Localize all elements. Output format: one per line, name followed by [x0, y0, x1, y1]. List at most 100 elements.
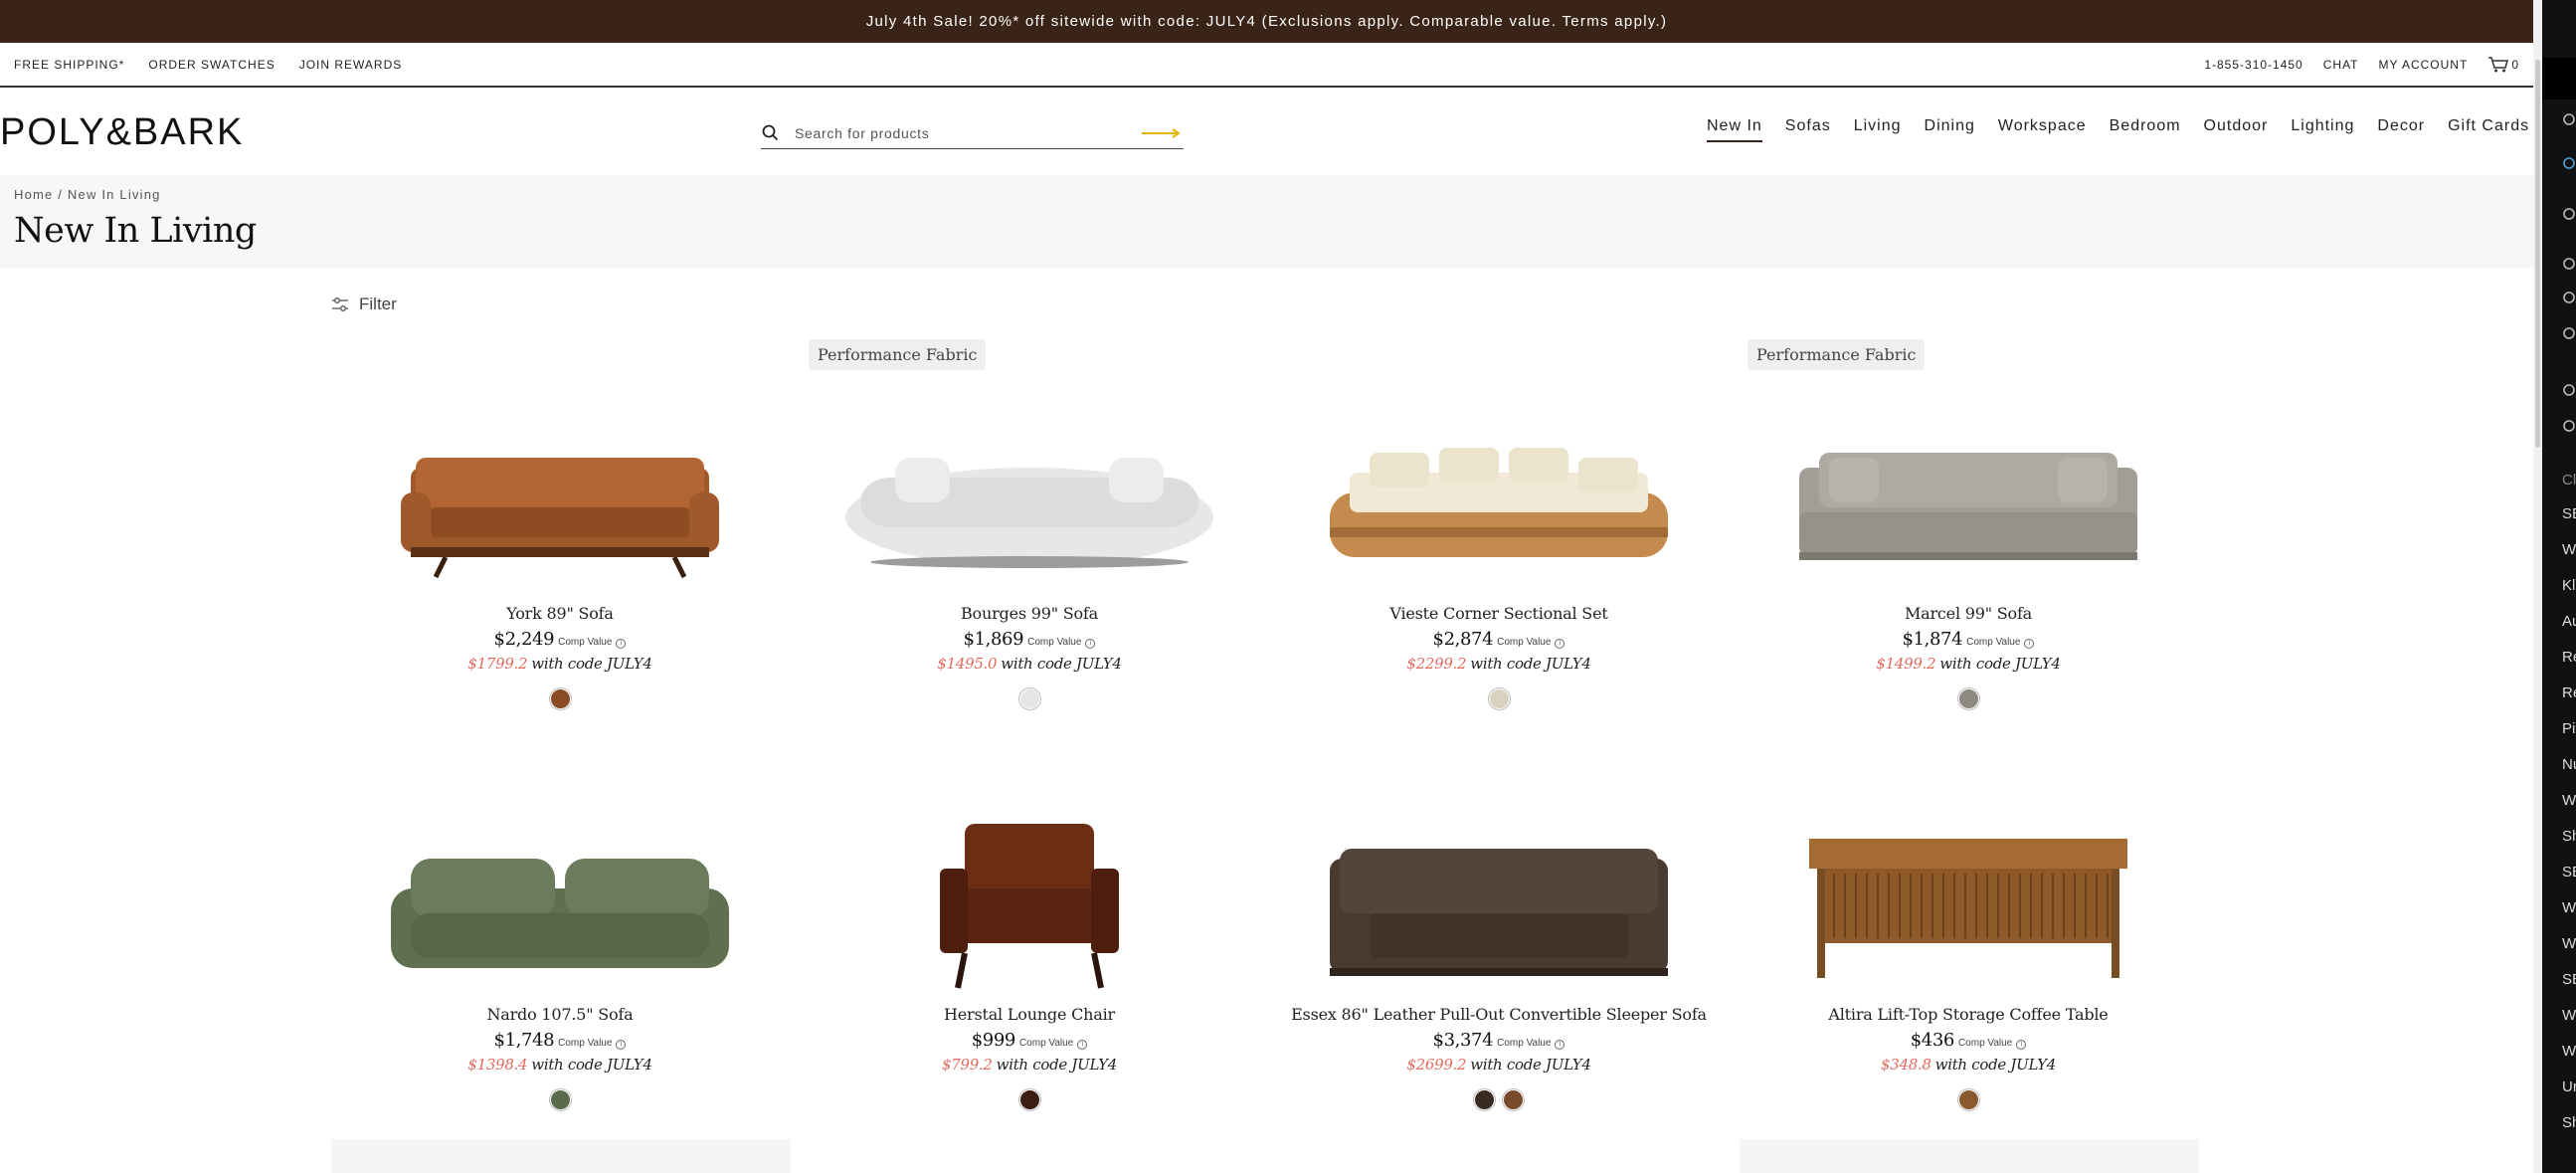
play-icon[interactable]: [2562, 383, 2576, 397]
info-icon[interactable]: i: [616, 1040, 627, 1050]
side-panel-item[interactable]: Pi: [2562, 720, 2575, 737]
arrow-right-icon[interactable]: [1142, 126, 1182, 140]
product-name[interactable]: York 89" Sofa: [331, 604, 789, 623]
nav-item-gift-cards[interactable]: Gift Cards: [2448, 117, 2529, 142]
color-swatches: [331, 1089, 789, 1110]
product-image[interactable]: [1740, 373, 2197, 622]
nav-item-sofas[interactable]: Sofas: [1785, 117, 1831, 142]
camera-icon[interactable]: [2562, 326, 2576, 340]
promo-banner[interactable]: July 4th Sale! 20%* off sitewide with co…: [0, 0, 2533, 43]
sale-price: $1495.0 with code JULY4: [801, 655, 1258, 673]
nav-item-living[interactable]: Living: [1854, 117, 1902, 142]
info-icon[interactable]: i: [616, 639, 627, 649]
color-swatch[interactable]: [1957, 688, 1979, 709]
color-swatch[interactable]: [549, 1089, 571, 1110]
nav-item-workspace[interactable]: Workspace: [1998, 117, 2087, 142]
side-panel-item[interactable]: Au: [2562, 613, 2576, 630]
phone-link[interactable]: 1-855-310-1450: [2204, 58, 2302, 72]
color-swatch[interactable]: [549, 688, 571, 709]
comp-value-label: Comp Value: [1497, 1038, 1552, 1049]
comp-value-label: Comp Value: [1018, 1038, 1074, 1049]
color-swatch[interactable]: [1018, 1089, 1040, 1110]
side-panel-item[interactable]: W: [2562, 1043, 2576, 1060]
info-icon[interactable]: i: [1085, 639, 1096, 649]
product-name[interactable]: Nardo 107.5" Sofa: [331, 1005, 789, 1024]
page-title: New In Living: [14, 211, 257, 251]
product-image[interactable]: [1270, 774, 1728, 1023]
search-input[interactable]: [795, 124, 1142, 141]
circle-icon[interactable]: [2562, 112, 2576, 126]
side-panel-item[interactable]: W: [2562, 541, 2576, 558]
product-name[interactable]: Vieste Corner Sectional Set: [1270, 604, 1728, 623]
color-swatch[interactable]: [1503, 1089, 1524, 1110]
edit-icon[interactable]: [2562, 257, 2576, 271]
price-amount: $2,874: [1432, 629, 1494, 650]
info-icon[interactable]: i: [1555, 639, 1565, 649]
free-shipping-link[interactable]: FREE SHIPPING*: [14, 58, 124, 72]
product-name[interactable]: Essex 86" Leather Pull-Out Convertible S…: [1270, 1005, 1728, 1024]
product-image[interactable]: [1270, 373, 1728, 622]
color-swatches: [1270, 1089, 1728, 1110]
utility-links-left: FREE SHIPPING* ORDER SWATCHES JOIN REWAR…: [14, 58, 402, 72]
side-panel-item[interactable]: Re: [2562, 649, 2576, 666]
nav-item-dining[interactable]: Dining: [1925, 117, 1975, 142]
side-panel-item[interactable]: Nu: [2562, 756, 2576, 773]
side-panel-item[interactable]: W: [2562, 792, 2576, 809]
product-image[interactable]: [1740, 774, 2197, 1023]
color-swatch[interactable]: [1957, 1089, 1979, 1110]
nav-item-new-in[interactable]: New In: [1707, 117, 1762, 142]
join-rewards-link[interactable]: JOIN REWARDS: [299, 58, 403, 72]
gear-icon[interactable]: [2562, 207, 2576, 221]
info-icon[interactable]: i: [2016, 1040, 2027, 1050]
info-icon[interactable]: i: [1555, 1040, 1565, 1050]
side-panel-item[interactable]: W: [2562, 935, 2576, 952]
side-panel-item[interactable]: SE: [2562, 971, 2576, 988]
comp-value-label: Comp Value: [1027, 637, 1082, 648]
order-swatches-link[interactable]: ORDER SWATCHES: [148, 58, 275, 72]
chat-link[interactable]: CHAT: [2323, 58, 2359, 72]
side-panel-item[interactable]: W: [2562, 899, 2576, 916]
nav-item-lighting[interactable]: Lighting: [2291, 117, 2354, 142]
info-icon[interactable]: i: [2024, 639, 2035, 649]
breadcrumb-separator: /: [58, 187, 64, 202]
filter-button[interactable]: Filter: [331, 294, 397, 314]
nav-item-decor[interactable]: Decor: [2377, 117, 2425, 142]
color-swatch[interactable]: [1018, 688, 1040, 709]
brand-logo[interactable]: POLY&BARK: [0, 111, 244, 154]
product-name[interactable]: Herstal Lounge Chair: [801, 1005, 1258, 1024]
search-icon[interactable]: [2562, 291, 2576, 304]
cart-button[interactable]: 0: [2487, 56, 2519, 74]
side-panel-item[interactable]: SE: [2562, 864, 2576, 880]
breadcrumb-home[interactable]: Home: [14, 187, 53, 202]
side-panel-item[interactable]: Re: [2562, 684, 2576, 701]
info-icon[interactable]: i: [1077, 1040, 1088, 1050]
scrollbar-thumb[interactable]: [2535, 60, 2540, 448]
side-panel-item[interactable]: SE: [2562, 505, 2576, 522]
product-image[interactable]: [331, 774, 789, 1023]
color-swatch[interactable]: [1488, 688, 1510, 709]
grid-icon[interactable]: [2562, 419, 2576, 433]
side-panel-item[interactable]: Sh: [2562, 1114, 2576, 1131]
product-name[interactable]: Bourges 99" Sofa: [801, 604, 1258, 623]
side-panel-item[interactable]: Sh: [2562, 828, 2576, 845]
product-image[interactable]: [801, 774, 1258, 1023]
nav-item-bedroom[interactable]: Bedroom: [2110, 117, 2181, 142]
arrow-icon[interactable]: [2562, 156, 2576, 170]
promo-text: July 4th Sale! 20%* off sitewide with co…: [865, 13, 1668, 30]
product-name[interactable]: Altira Lift-Top Storage Coffee Table: [1740, 1005, 2197, 1024]
color-swatch[interactable]: [1474, 1089, 1495, 1110]
product-image[interactable]: [331, 373, 789, 622]
promo-code-label: with code JULY4: [531, 655, 652, 673]
product-image[interactable]: [801, 373, 1258, 622]
product-name[interactable]: Marcel 99" Sofa: [1740, 604, 2197, 623]
nav-item-outdoor[interactable]: Outdoor: [2204, 117, 2269, 142]
color-swatches: [1740, 1089, 2197, 1110]
side-panel-item[interactable]: W: [2562, 1007, 2576, 1024]
search-bar[interactable]: [761, 117, 1184, 149]
side-panel-item[interactable]: Kl: [2562, 577, 2575, 594]
sale-price-amount: $348.8: [1880, 1056, 1932, 1074]
my-account-link[interactable]: MY ACCOUNT: [2379, 58, 2469, 72]
comp-value-label: Comp Value: [1966, 637, 2021, 648]
color-swatches: [801, 688, 1258, 709]
side-panel-item[interactable]: Ur: [2562, 1078, 2576, 1095]
